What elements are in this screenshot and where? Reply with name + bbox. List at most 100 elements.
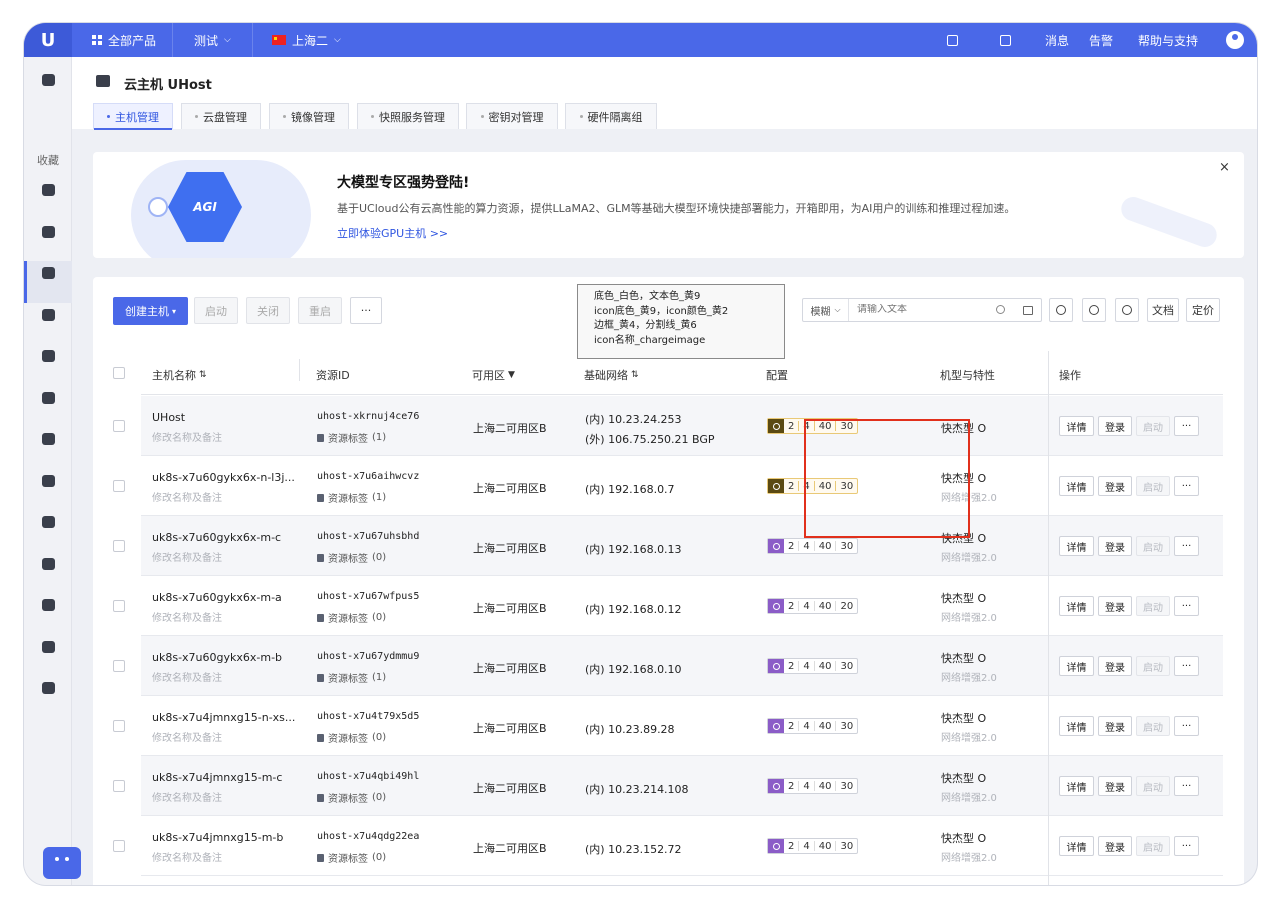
gpu-host-link[interactable]: 立即体验GPU主机 >> <box>337 225 448 241</box>
resource-tag-link[interactable]: 资源标签 (0) <box>317 850 386 865</box>
row-checkbox[interactable] <box>113 660 125 672</box>
row-start-button[interactable]: 启动 <box>1136 776 1170 796</box>
search-icon[interactable] <box>996 305 1005 314</box>
row-more-button[interactable]: ··· <box>1174 656 1199 676</box>
login-button[interactable]: 登录 <box>1098 776 1132 796</box>
host-name-link[interactable]: uk8s-x7u60gykx6x-n-l3j... <box>152 471 295 484</box>
tab-host-management[interactable]: 主机管理 <box>93 103 173 130</box>
row-start-button[interactable]: 启动 <box>1136 656 1170 676</box>
resource-tag-link[interactable]: 资源标签 (0) <box>317 550 386 565</box>
host-name-link[interactable]: uk8s-x7u60gykx6x-m-b <box>152 651 282 664</box>
resource-tag-link[interactable]: 资源标签 (0) <box>317 790 386 805</box>
resource-tag-link[interactable]: 资源标签 (1) <box>317 670 386 685</box>
edit-name-hint[interactable]: 修改名称及备注 <box>152 609 222 624</box>
cube-icon[interactable] <box>42 350 55 362</box>
detail-button[interactable]: 详情 <box>1059 416 1094 436</box>
header-network[interactable]: 基础网络 ⇅ <box>584 367 639 383</box>
row-more-button[interactable]: ··· <box>1174 596 1199 616</box>
storage-icon[interactable] <box>42 599 55 611</box>
edit-name-hint[interactable]: 修改名称及备注 <box>152 549 222 564</box>
detail-button[interactable]: 详情 <box>1059 716 1094 736</box>
row-checkbox[interactable] <box>113 780 125 792</box>
cloud-drive-icon[interactable] <box>42 516 55 528</box>
row-more-button[interactable]: ··· <box>1174 536 1199 556</box>
row-more-button[interactable]: ··· <box>1174 716 1199 736</box>
docs-button[interactable]: 文档 <box>1147 298 1179 322</box>
row-checkbox[interactable] <box>113 420 125 432</box>
dashboard-icon[interactable] <box>42 74 55 86</box>
restart-button[interactable]: 重启 <box>298 297 342 324</box>
login-button[interactable]: 登录 <box>1098 656 1132 676</box>
tab-image-management[interactable]: 镜像管理 <box>269 103 349 129</box>
select-all-checkbox[interactable] <box>113 367 125 379</box>
alerts-link[interactable]: 告警 <box>1089 23 1113 57</box>
edit-name-hint[interactable]: 修改名称及备注 <box>152 849 222 864</box>
user-menu[interactable] <box>1226 23 1244 57</box>
host-name-link[interactable]: uk8s-x7u4jmnxg15-m-c <box>152 771 282 784</box>
tab-disk-management[interactable]: 云盘管理 <box>181 103 261 129</box>
edit-name-hint[interactable]: 修改名称及备注 <box>152 729 222 744</box>
row-checkbox[interactable] <box>113 720 125 732</box>
login-button[interactable]: 登录 <box>1098 716 1132 736</box>
create-host-button[interactable]: 创建主机 ▾ <box>113 297 188 325</box>
detail-button[interactable]: 详情 <box>1059 596 1094 616</box>
stop-button[interactable]: 关闭 <box>246 297 290 324</box>
uhost-icon[interactable] <box>42 267 55 279</box>
detail-button[interactable]: 详情 <box>1059 476 1094 496</box>
close-icon[interactable]: × <box>1219 160 1230 175</box>
ucloud-logo[interactable]: U <box>24 23 72 57</box>
tab-isolation-group[interactable]: 硬件隔离组 <box>565 103 657 129</box>
row-start-button[interactable]: 启动 <box>1136 476 1170 496</box>
row-checkbox[interactable] <box>113 840 125 852</box>
row-start-button[interactable]: 启动 <box>1136 716 1170 736</box>
row-more-button[interactable]: ··· <box>1174 416 1199 436</box>
resource-tag-link[interactable]: 资源标签 (0) <box>317 610 386 625</box>
login-button[interactable]: 登录 <box>1098 536 1132 556</box>
search-input[interactable] <box>857 304 987 315</box>
host-name-link[interactable]: uk8s-x7u4jmnxg15-n-xs... <box>152 711 295 724</box>
download-button[interactable] <box>1082 298 1106 322</box>
region-selector[interactable]: 上海二 ⌵ <box>272 23 341 57</box>
pricing-button[interactable]: 定价 <box>1186 298 1220 322</box>
search-mode-select[interactable]: 模糊 ⌵ <box>803 299 849 321</box>
more-actions-button[interactable]: ··· <box>350 297 382 324</box>
edit-name-hint[interactable]: 修改名称及备注 <box>152 489 222 504</box>
brain-icon[interactable] <box>42 682 55 694</box>
detail-button[interactable]: 详情 <box>1059 836 1094 856</box>
edit-name-hint[interactable]: 修改名称及备注 <box>152 789 222 804</box>
row-start-button[interactable]: 启动 <box>1136 536 1170 556</box>
login-button[interactable]: 登录 <box>1098 836 1132 856</box>
resource-tag-link[interactable]: 资源标签 (1) <box>317 490 386 505</box>
help-link[interactable]: 帮助与支持 <box>1138 23 1198 57</box>
leaf-icon[interactable] <box>42 641 55 653</box>
transfer-icon[interactable] <box>42 475 55 487</box>
list-icon[interactable] <box>42 558 55 570</box>
row-start-button[interactable]: 启动 <box>1136 596 1170 616</box>
resource-tag-link[interactable]: 资源标签 (1) <box>317 430 386 445</box>
detail-button[interactable]: 详情 <box>1059 656 1094 676</box>
chatbot-icon[interactable] <box>43 847 81 879</box>
row-start-button[interactable]: 启动 <box>1136 836 1170 856</box>
host-name-link[interactable]: UHost <box>152 411 185 424</box>
header-zone[interactable]: 可用区 ▼ <box>472 367 515 383</box>
header-host-name[interactable]: 主机名称 ⇅ <box>152 367 207 383</box>
edit-name-hint[interactable]: 修改名称及备注 <box>152 669 222 684</box>
tab-snapshot-service[interactable]: 快照服务管理 <box>357 103 459 129</box>
host-name-link[interactable]: uk8s-x7u4jmnxg15-m-b <box>152 831 283 844</box>
database-icon[interactable] <box>42 184 55 196</box>
host-name-link[interactable]: uk8s-x7u60gykx6x-m-a <box>152 591 282 604</box>
detail-button[interactable]: 详情 <box>1059 536 1094 556</box>
resource-tag-link[interactable]: 资源标签 (0) <box>317 730 386 745</box>
login-button[interactable]: 登录 <box>1098 416 1132 436</box>
server-icon[interactable] <box>42 433 55 445</box>
edit-name-hint[interactable]: 修改名称及备注 <box>152 429 222 444</box>
row-checkbox[interactable] <box>113 600 125 612</box>
settings-button[interactable] <box>1049 298 1073 322</box>
filter-panel-icon[interactable] <box>1023 306 1033 315</box>
tab-keypair-management[interactable]: 密钥对管理 <box>466 103 558 129</box>
project-selector[interactable]: 测试 ⌵ <box>194 23 231 57</box>
search-toolbar-button[interactable] <box>947 23 958 57</box>
login-button[interactable]: 登录 <box>1098 596 1132 616</box>
detail-button[interactable]: 详情 <box>1059 776 1094 796</box>
refresh-button[interactable] <box>1115 298 1139 322</box>
